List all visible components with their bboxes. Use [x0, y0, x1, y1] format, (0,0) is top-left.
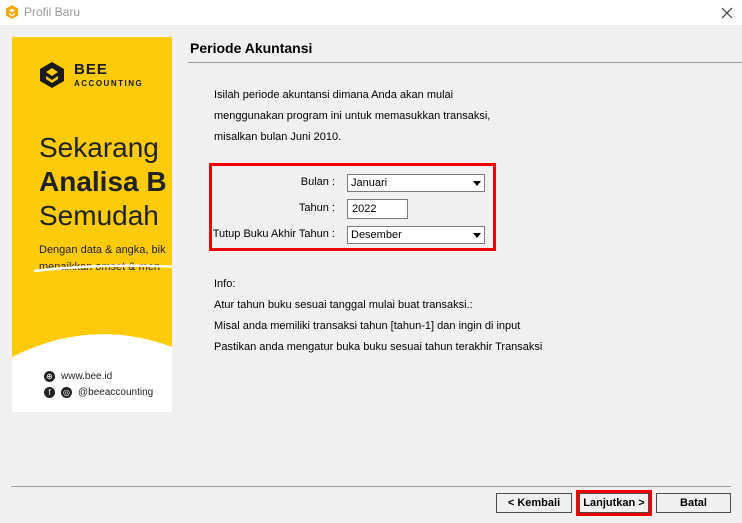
tutup-buku-value: Desember: [351, 229, 402, 241]
website-contact: ⊕ www.bee.id: [44, 371, 112, 382]
window-title: Profil Baru: [24, 5, 81, 19]
back-button[interactable]: < Kembali: [496, 493, 572, 513]
promo-banner: BEE ACCOUNTING Sekarang Analisa B Semuda…: [12, 37, 172, 412]
website-text: www.bee.id: [61, 371, 113, 382]
social-handle: @beeaccounting: [78, 387, 154, 398]
swoosh-decoration: [33, 264, 172, 273]
close-button[interactable]: [712, 0, 742, 25]
info-heading: Info:: [214, 278, 236, 290]
cancel-button[interactable]: Batal: [656, 493, 731, 513]
tahun-label: Tahun :: [298, 202, 335, 214]
chevron-down-icon: [473, 181, 481, 186]
close-icon: [721, 7, 733, 18]
info-line-1: Atur tahun buku sesuai tanggal mulai bua…: [214, 299, 473, 311]
title-bar: Profil Baru: [0, 0, 742, 25]
headline-line-1: Sekarang: [39, 132, 159, 163]
globe-icon: ⊕: [44, 371, 55, 382]
bulan-label: Bulan :: [300, 176, 335, 188]
bee-app-icon: [6, 5, 18, 19]
page-title: Periode Akuntansi: [190, 40, 313, 56]
wave-decoration: [12, 334, 172, 412]
footer-divider: [11, 486, 731, 487]
bulan-select[interactable]: Januari: [347, 174, 485, 192]
bulan-value: Januari: [351, 177, 388, 189]
instagram-icon: ◎: [61, 387, 72, 398]
tutup-buku-select[interactable]: Desember: [347, 226, 485, 244]
brand-subtitle: ACCOUNTING: [74, 79, 144, 88]
brand-name: BEE: [74, 61, 108, 78]
description-line-1: Isilah periode akuntansi dimana Anda aka…: [214, 89, 454, 101]
next-button[interactable]: Lanjutkan >: [579, 493, 649, 513]
tahun-input[interactable]: 2022: [347, 199, 408, 219]
info-line-2: Misal anda memiliki transaksi tahun [tah…: [214, 320, 521, 332]
info-line-3: Pastikan anda mengatur buka buku sesuai …: [214, 341, 543, 353]
social-contact: f ◎ @beeaccounting: [44, 387, 153, 398]
headline-line-3: Semudah: [39, 200, 159, 231]
description-line-3: misalkan bulan Juni 2010.: [214, 131, 342, 143]
wizard-content: Periode Akuntansi Isilah periode akuntan…: [180, 25, 742, 485]
title-divider: [188, 62, 742, 63]
tutup-buku-label: Tutup Buku Akhir Tahun :: [212, 228, 335, 240]
description-line-2: menggunakan program ini untuk memasukkan…: [214, 110, 491, 122]
banner-subtext-1: Dengan data & angka, bik: [39, 244, 166, 256]
bee-logo-icon: [40, 62, 64, 88]
facebook-icon: f: [44, 387, 55, 398]
chevron-down-icon: [473, 233, 481, 238]
headline-line-2: Analisa B: [39, 166, 167, 197]
